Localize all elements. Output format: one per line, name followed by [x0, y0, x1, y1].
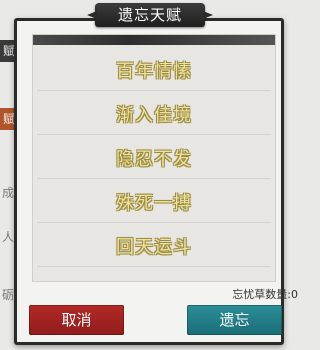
list-header-bar	[33, 35, 275, 45]
background-text-1: 成	[2, 186, 15, 200]
talent-item-3[interactable]: 隐忍不发	[37, 141, 271, 179]
herb-count-label: 忘忧草数量:0	[232, 288, 298, 301]
talent-list: 百年情愫 渐入佳境 隐忍不发 殊死一搏 回天运斗	[32, 34, 276, 282]
talent-item-2[interactable]: 渐入佳境	[37, 97, 271, 135]
talent-item-5[interactable]: 回天运斗	[37, 229, 271, 267]
talent-item-4[interactable]: 殊死一搏	[37, 185, 271, 223]
cancel-button[interactable]: 取消	[29, 305, 124, 335]
forget-button[interactable]: 遗忘	[187, 305, 282, 335]
talent-item-1[interactable]: 百年情愫	[37, 53, 271, 91]
background-text-3: 砺	[2, 288, 15, 302]
dialog-title: 遗忘天赋	[95, 3, 205, 27]
background-text-2: 人	[2, 230, 15, 244]
